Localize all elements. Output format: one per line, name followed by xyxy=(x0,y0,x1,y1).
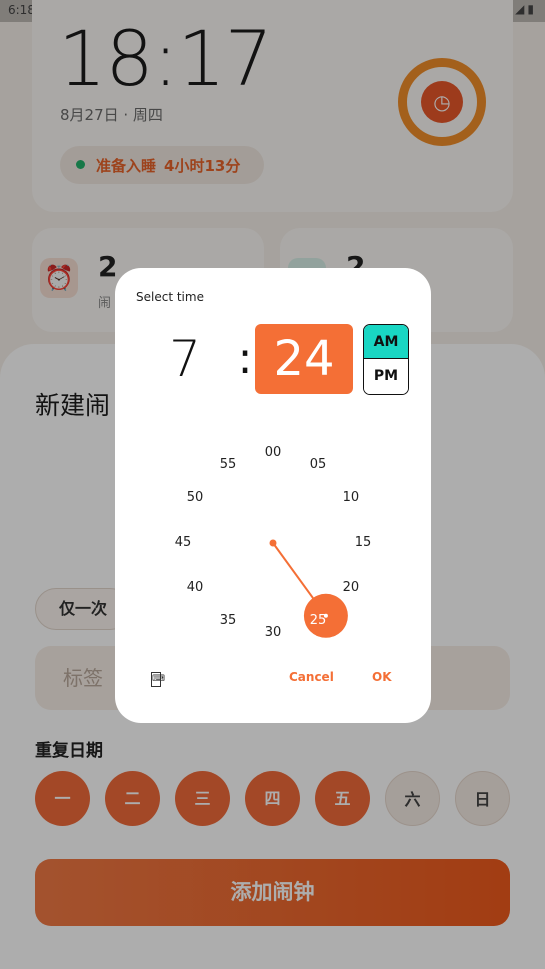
dial-number[interactable]: 40 xyxy=(180,578,210,598)
am-button[interactable]: AM xyxy=(364,325,408,359)
dial-number[interactable]: 45 xyxy=(168,533,198,553)
pm-button[interactable]: PM xyxy=(364,359,408,394)
minute-dial[interactable]: 00 05 10 15 20 25 30 35 40 45 50 55 xyxy=(161,428,385,652)
time-separator: : xyxy=(237,333,253,384)
keyboard-icon[interactable]: ⌨ xyxy=(151,672,165,687)
dial-number[interactable]: 20 xyxy=(336,578,366,598)
cancel-button[interactable]: Cancel xyxy=(289,670,334,684)
dial-number[interactable]: 15 xyxy=(348,533,378,553)
dial-number[interactable]: 55 xyxy=(213,455,243,475)
dial-number[interactable]: 00 xyxy=(258,443,288,463)
hour-selector[interactable]: 7 xyxy=(143,324,227,394)
time-picker-title: Select time xyxy=(136,290,204,304)
ok-button[interactable]: OK xyxy=(372,670,392,684)
dial-number[interactable]: 25 xyxy=(303,611,333,631)
dial-center-dot xyxy=(269,539,277,547)
time-picker-dialog: Select time 7 : 24 AM PM 00 05 10 15 20 25 30 3… xyxy=(115,268,431,723)
dial-number[interactable]: 05 xyxy=(303,455,333,475)
am-pm-toggle: AM PM xyxy=(363,324,409,395)
dial-number[interactable]: 30 xyxy=(258,623,288,643)
dial-number[interactable]: 10 xyxy=(336,488,366,508)
minute-selector[interactable]: 24 xyxy=(255,324,353,394)
dial-number[interactable]: 50 xyxy=(180,488,210,508)
dial-number[interactable]: 35 xyxy=(213,611,243,631)
